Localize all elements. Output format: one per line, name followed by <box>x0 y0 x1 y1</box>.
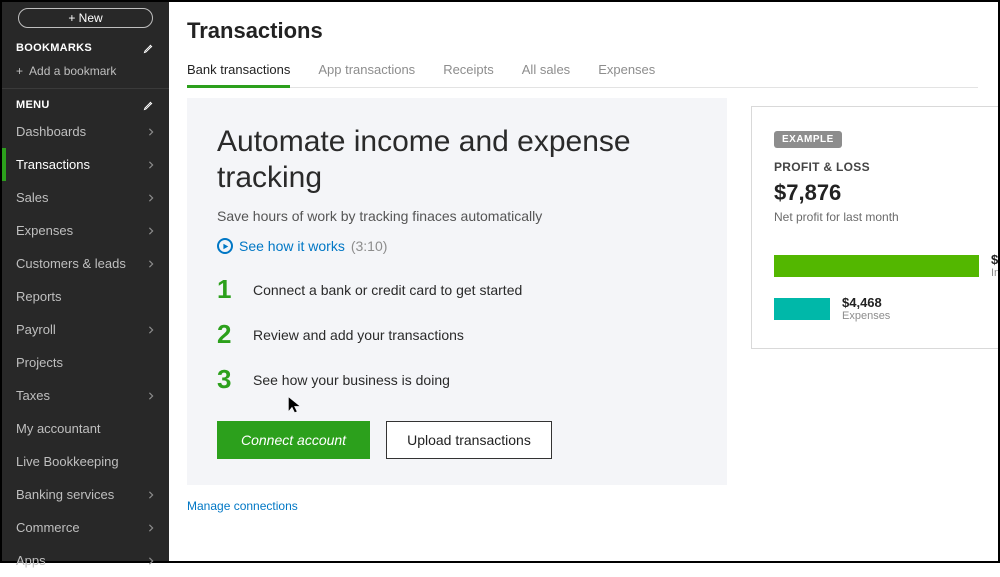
income-label: Income <box>991 267 998 279</box>
card-label: PROFIT & LOSS <box>774 160 998 174</box>
chevron-right-icon <box>147 392 155 400</box>
sidebar-item-dashboards[interactable]: Dashboards <box>2 115 169 148</box>
step-number: 1 <box>217 274 237 305</box>
expense-row: $4,468 Expenses <box>774 295 998 322</box>
expense-value: $4,468 <box>842 295 890 310</box>
sidebar-item-banking-services[interactable]: Banking services <box>2 478 169 511</box>
sidebar-item-projects[interactable]: Projects <box>2 346 169 379</box>
sidebar-item-label: Commerce <box>16 520 80 535</box>
sidebar-item-customers-leads[interactable]: Customers & leads <box>2 247 169 280</box>
tabs: Bank transactions App transactions Receipt… <box>187 54 978 88</box>
step-number: 3 <box>217 364 237 395</box>
card-sub: Net profit for last month <box>774 210 998 224</box>
chevron-right-icon <box>147 128 155 136</box>
sidebar-item-taxes[interactable]: Taxes <box>2 379 169 412</box>
menu-header: MENU <box>2 93 169 115</box>
chevron-right-icon <box>147 326 155 334</box>
pencil-icon[interactable] <box>143 42 155 54</box>
sidebar-item-reports[interactable]: Reports <box>2 280 169 313</box>
tab-receipts[interactable]: Receipts <box>443 54 494 87</box>
tab-app-transactions[interactable]: App transactions <box>318 54 415 87</box>
sidebar-item-label: Projects <box>16 355 63 370</box>
chevron-right-icon <box>147 260 155 268</box>
chevron-right-icon <box>147 161 155 169</box>
plus-icon: + <box>16 64 23 78</box>
sidebar-item-expenses[interactable]: Expenses <box>2 214 169 247</box>
onboarding-step: 3 See how your business is doing <box>217 364 697 395</box>
sidebar-item-label: Banking services <box>16 487 114 502</box>
sidebar-item-label: Dashboards <box>16 124 86 139</box>
hero-sub: Save hours of work by tracking finaces a… <box>217 208 697 224</box>
chevron-right-icon <box>147 557 155 565</box>
page-title: Transactions <box>187 18 978 44</box>
bookmarks-header: BOOKMARKS <box>2 36 169 58</box>
income-value: $12,344 <box>991 252 998 267</box>
card-amount: $7,876 <box>774 180 998 206</box>
cursor-icon <box>286 394 304 416</box>
bookmarks-label: BOOKMARKS <box>16 42 92 54</box>
sidebar-item-payroll[interactable]: Payroll <box>2 313 169 346</box>
sidebar-item-commerce[interactable]: Commerce <box>2 511 169 544</box>
add-bookmark-label: Add a bookmark <box>29 64 116 78</box>
add-bookmark-link[interactable]: + Add a bookmark <box>2 58 169 88</box>
expense-label: Expenses <box>842 310 890 322</box>
chevron-right-icon <box>147 491 155 499</box>
sidebar-item-label: Transactions <box>16 157 90 172</box>
sidebar-item-label: Taxes <box>16 388 50 403</box>
pencil-icon[interactable] <box>143 99 155 111</box>
see-how-label: See how it works <box>239 238 345 254</box>
sidebar-item-live-bookkeeping[interactable]: Live Bookkeeping <box>2 445 169 478</box>
new-button[interactable]: + New <box>18 8 153 28</box>
onboarding-step: 1 Connect a bank or credit card to get st… <box>217 274 697 305</box>
chevron-right-icon <box>147 227 155 235</box>
step-text: Connect a bank or credit card to get sta… <box>253 282 522 298</box>
manage-connections-link[interactable]: Manage connections <box>187 499 727 513</box>
sidebar-item-sales[interactable]: Sales <box>2 181 169 214</box>
sidebar-item-label: Expenses <box>16 223 73 238</box>
hero-panel: Automate income and expense tracking Sav… <box>187 98 727 485</box>
step-number: 2 <box>217 319 237 350</box>
tab-bank-transactions[interactable]: Bank transactions <box>187 54 290 87</box>
steps-list: 1 Connect a bank or credit card to get st… <box>217 274 697 395</box>
see-how-duration: (3:10) <box>351 238 388 254</box>
sidebar-item-transactions[interactable]: Transactions <box>2 148 169 181</box>
sidebar-item-label: Reports <box>16 289 62 304</box>
chevron-right-icon <box>147 194 155 202</box>
menu-label: MENU <box>16 99 50 111</box>
divider <box>2 88 169 89</box>
sidebar: + New BOOKMARKS + Add a bookmark MENU Da… <box>2 2 169 561</box>
sidebar-item-label: Payroll <box>16 322 56 337</box>
income-bar <box>774 255 979 277</box>
see-how-link[interactable]: See how it works (3:10) <box>217 238 697 254</box>
sidebar-item-my-accountant[interactable]: My accountant <box>2 412 169 445</box>
step-text: See how your business is doing <box>253 372 450 388</box>
chevron-right-icon <box>147 524 155 532</box>
sidebar-item-label: Customers & leads <box>16 256 126 271</box>
hero-heading: Automate income and expense tracking <box>217 124 697 196</box>
sidebar-item-label: My accountant <box>16 421 101 436</box>
connect-account-button[interactable]: Connect account <box>217 421 370 459</box>
step-text: Review and add your transactions <box>253 327 464 343</box>
onboarding-step: 2 Review and add your transactions <box>217 319 697 350</box>
play-icon <box>217 238 233 254</box>
sidebar-item-apps[interactable]: Apps <box>2 544 169 577</box>
income-row: $12,344 Income <box>774 252 998 279</box>
upload-transactions-button[interactable]: Upload transactions <box>386 421 552 459</box>
tab-all-sales[interactable]: All sales <box>522 54 570 87</box>
example-badge: EXAMPLE <box>774 131 842 148</box>
sidebar-item-label: Apps <box>16 553 46 568</box>
sidebar-item-label: Live Bookkeeping <box>16 454 119 469</box>
sidebar-item-label: Sales <box>16 190 49 205</box>
main-content: Transactions Bank transactions App transa… <box>169 2 998 561</box>
expense-bar <box>774 298 830 320</box>
example-card: EXAMPLE PROFIT & LOSS $7,876 Net profit … <box>751 106 998 349</box>
tab-expenses[interactable]: Expenses <box>598 54 655 87</box>
